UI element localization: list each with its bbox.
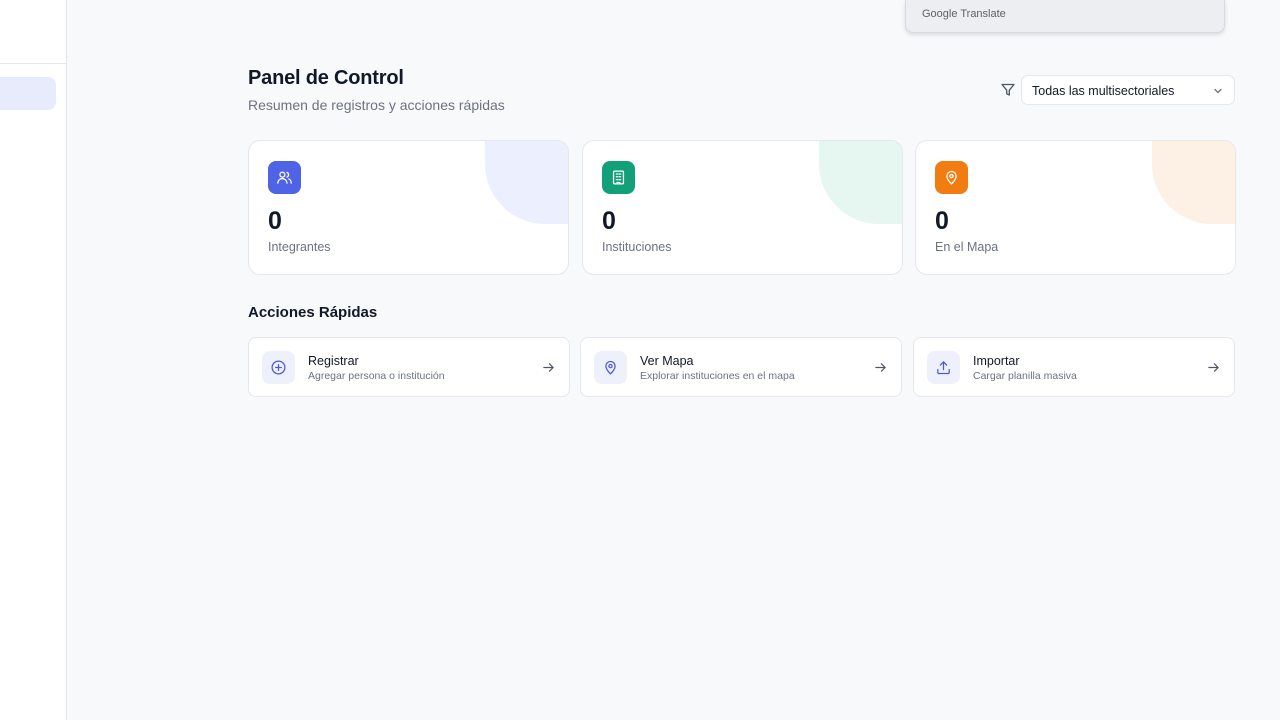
arrow-right-icon [875, 363, 886, 372]
card-decoration [819, 141, 902, 224]
sidebar-active-item[interactable] [0, 77, 56, 110]
stat-card-integrantes: 0 Integrantes [248, 140, 569, 275]
action-importar[interactable]: Importar Cargar planilla masiva [913, 337, 1235, 397]
action-description: Explorar instituciones en el mapa [640, 370, 795, 382]
arrow-right-icon [543, 363, 554, 372]
stat-value: 0 [935, 207, 949, 235]
sidebar [0, 0, 67, 720]
stat-value: 0 [602, 207, 616, 235]
upload-icon [927, 351, 960, 384]
sidebar-divider [0, 63, 66, 64]
building-icon [602, 161, 635, 194]
stat-label: Integrantes [268, 240, 331, 254]
action-title: Registrar [308, 354, 359, 368]
stat-card-mapa: 0 En el Mapa [915, 140, 1236, 275]
page-subtitle: Resumen de registros y acciones rápidas [248, 97, 505, 113]
google-translate-product: Translate [960, 8, 1006, 20]
stat-card-instituciones: 0 Instituciones [582, 140, 903, 275]
filter-icon [1001, 83, 1015, 96]
action-title: Importar [973, 354, 1020, 368]
map-pin-icon [594, 351, 627, 384]
action-description: Cargar planilla masiva [973, 370, 1077, 382]
stat-value: 0 [268, 207, 282, 235]
quick-actions-title: Acciones Rápidas [248, 304, 378, 321]
arrow-right-icon [1208, 363, 1219, 372]
plus-circle-icon [262, 351, 295, 384]
filter-selected-value: Todas las multisectoriales [1032, 84, 1175, 98]
google-translate-bar[interactable]: Google Translate [905, 0, 1225, 33]
action-registrar[interactable]: Registrar Agregar persona o institución [248, 337, 570, 397]
card-decoration [485, 141, 568, 224]
card-decoration [1152, 141, 1235, 224]
chevron-down-icon [1214, 88, 1222, 94]
multisectorial-filter-select[interactable]: Todas las multisectoriales [1021, 75, 1235, 105]
google-translate-brand: Google [922, 8, 958, 20]
stat-label: En el Mapa [935, 240, 999, 254]
action-description: Agregar persona o institución [308, 370, 445, 382]
action-ver-mapa[interactable]: Ver Mapa Explorar instituciones en el ma… [580, 337, 902, 397]
users-icon [268, 161, 301, 194]
action-title: Ver Mapa [640, 354, 694, 368]
page-title: Panel de Control [248, 67, 404, 89]
map-pin-icon [935, 161, 968, 194]
stat-label: Instituciones [602, 240, 672, 254]
